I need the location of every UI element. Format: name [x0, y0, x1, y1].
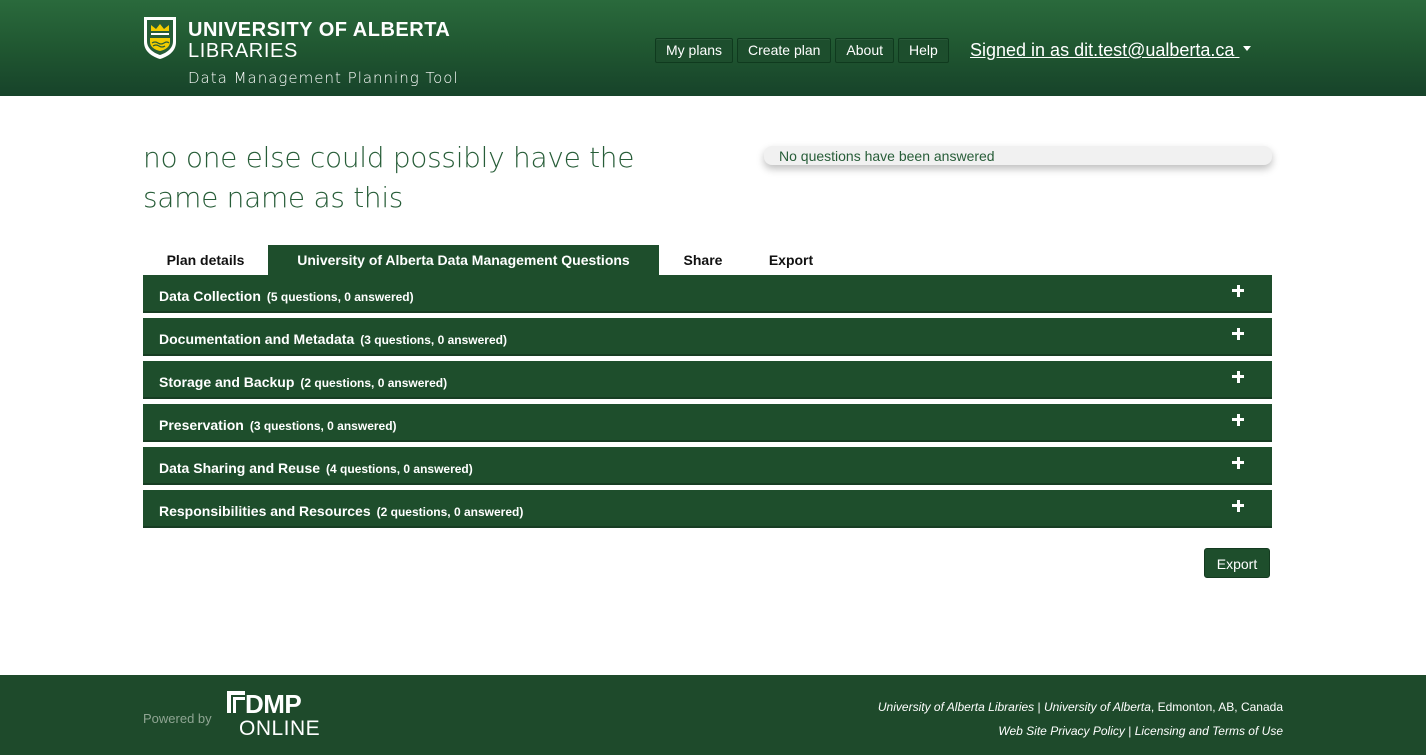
- section-responsibilities-resources[interactable]: Responsibilities and Resources (2 questio…: [143, 490, 1272, 528]
- section-name: Data Collection: [159, 288, 261, 304]
- section-title: Data Collection (5 questions, 0 answered): [159, 288, 414, 304]
- section-name: Documentation and Metadata: [159, 331, 355, 347]
- plan-tabs: Plan details University of Alberta Data …: [143, 245, 835, 275]
- section-preservation[interactable]: Preservation (3 questions, 0 answered): [143, 404, 1272, 442]
- section-count: (4 questions, 0 answered): [326, 462, 473, 476]
- terms-link[interactable]: Licensing and Terms of Use: [1135, 724, 1283, 738]
- nav-my-plans-button[interactable]: My plans: [655, 38, 734, 63]
- footer-line-2: Web Site Privacy Policy | Licensing and …: [878, 719, 1283, 743]
- expand-plus-icon[interactable]: [1232, 413, 1246, 427]
- nav-about-button[interactable]: About: [835, 38, 895, 63]
- section-count: (2 questions, 0 answered): [376, 505, 524, 519]
- section-title: Preservation (3 questions, 0 answered): [159, 417, 397, 433]
- section-title: Responsibilities and Resources (2 questio…: [159, 503, 523, 519]
- section-name: Storage and Backup: [159, 374, 295, 390]
- expand-plus-icon[interactable]: [1232, 370, 1246, 384]
- expand-plus-icon[interactable]: [1232, 284, 1246, 298]
- nav-help-button[interactable]: Help: [898, 38, 949, 63]
- page-title: no one else could possibly have the same…: [143, 141, 635, 214]
- caret-down-icon: [1243, 45, 1252, 51]
- powered-by-label: Powered by: [143, 711, 212, 726]
- footer-links: University of Alberta Libraries | Univer…: [878, 695, 1283, 743]
- tab-plan-details[interactable]: Plan details: [143, 245, 268, 275]
- libraries-link[interactable]: University of Alberta Libraries: [878, 700, 1034, 714]
- libraries-name: LIBRARIES: [188, 40, 298, 62]
- section-count: (2 questions, 0 answered): [300, 376, 448, 390]
- dmponline-logo[interactable]: DMP ONLINE: [225, 689, 325, 745]
- dmp-text: DMP: [245, 689, 302, 719]
- nav-create-plan-button[interactable]: Create plan: [737, 38, 832, 63]
- expand-plus-icon[interactable]: [1232, 327, 1246, 341]
- signed-in-label: Signed in as dit.test@ualberta.ca: [970, 40, 1235, 60]
- section-name: Responsibilities and Resources: [159, 503, 371, 519]
- section-title: Storage and Backup (2 questions, 0 answer…: [159, 374, 447, 390]
- answer-status: No questions have been answered: [764, 146, 1272, 165]
- privacy-policy-link[interactable]: Web Site Privacy Policy: [998, 724, 1125, 738]
- site-footer: Powered by DMP ONLINE University of Albe…: [0, 675, 1426, 755]
- tab-share[interactable]: Share: [659, 245, 747, 275]
- main-nav: My plans Create plan About Help: [655, 38, 949, 63]
- section-storage-backup[interactable]: Storage and Backup (2 questions, 0 answer…: [143, 361, 1272, 399]
- online-text: ONLINE: [239, 717, 321, 740]
- footer-line-1: University of Alberta Libraries | Univer…: [878, 695, 1283, 719]
- separator: |: [1034, 700, 1044, 714]
- section-data-collection[interactable]: Data Collection (5 questions, 0 answered): [143, 275, 1272, 313]
- section-count: (3 questions, 0 answered): [360, 333, 507, 347]
- address: , Edmonton, AB, Canada: [1150, 700, 1283, 714]
- section-data-sharing-reuse[interactable]: Data Sharing and Reuse (4 questions, 0 an…: [143, 447, 1272, 485]
- section-title: Data Sharing and Reuse (4 questions, 0 an…: [159, 460, 473, 476]
- section-title: Documentation and Metadata (3 questions, …: [159, 331, 507, 347]
- expand-plus-icon[interactable]: [1232, 456, 1246, 470]
- section-count: (5 questions, 0 answered): [266, 290, 414, 304]
- section-count: (3 questions, 0 answered): [249, 419, 397, 433]
- dmp-bracket-icon: [227, 691, 245, 713]
- expand-plus-icon[interactable]: [1232, 499, 1246, 513]
- user-menu[interactable]: Signed in as dit.test@ualberta.ca: [970, 40, 1252, 61]
- section-name: Data Sharing and Reuse: [159, 460, 321, 476]
- question-sections: Data Collection (5 questions, 0 answered)…: [143, 275, 1272, 533]
- site-header: UNIVERSITY OF ALBERTA LIBRARIES Data Man…: [0, 0, 1426, 96]
- tab-export[interactable]: Export: [747, 245, 835, 275]
- tool-name: Data Management Planning Tool: [188, 69, 459, 87]
- university-shield-icon: [144, 17, 176, 59]
- university-link[interactable]: University of Alberta: [1044, 700, 1151, 714]
- university-name: UNIVERSITY OF ALBERTA: [188, 19, 451, 41]
- section-name: Preservation: [159, 417, 244, 433]
- export-button[interactable]: Export: [1204, 548, 1270, 578]
- tab-questions[interactable]: University of Alberta Data Management Qu…: [268, 245, 659, 275]
- section-documentation-metadata[interactable]: Documentation and Metadata (3 questions, …: [143, 318, 1272, 356]
- separator: |: [1124, 724, 1135, 738]
